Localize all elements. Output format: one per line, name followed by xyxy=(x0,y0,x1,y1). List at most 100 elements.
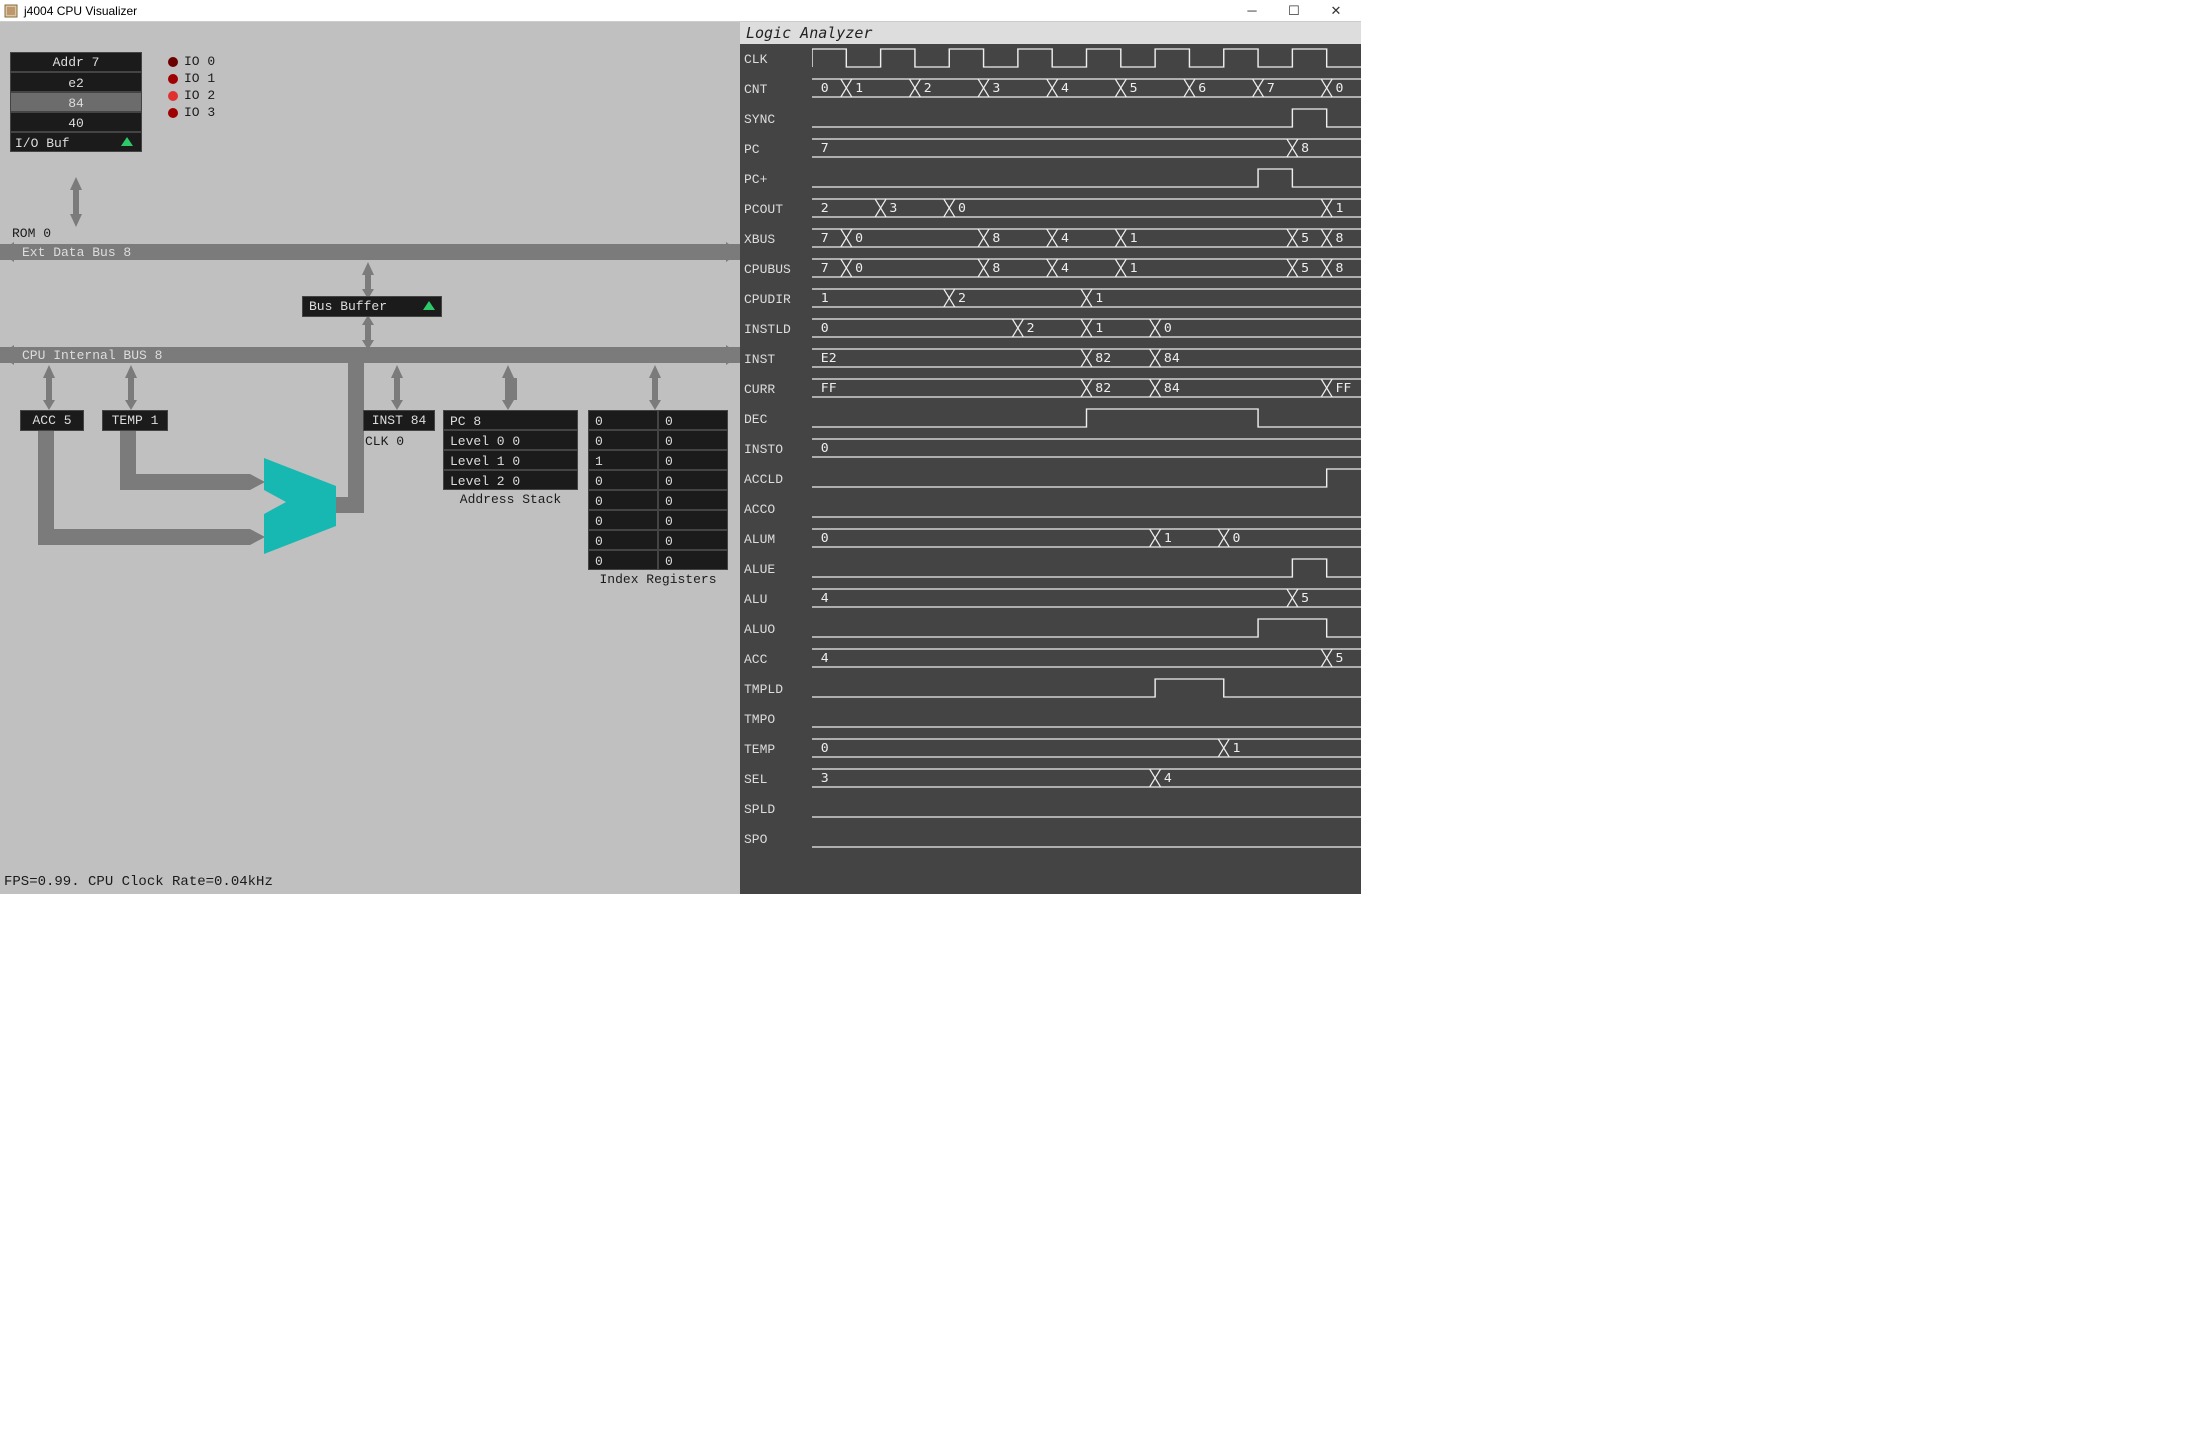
svg-text:84: 84 xyxy=(1164,351,1180,365)
index-register-cell: 0 xyxy=(658,530,728,550)
io-led-row: IO 3 xyxy=(168,105,215,120)
svg-text:4: 4 xyxy=(821,591,829,605)
svg-text:4: 4 xyxy=(1061,261,1069,275)
analyzer-row-xbus: XBUS7084158 xyxy=(740,224,1361,254)
analyzer-signal-label: DEC xyxy=(740,412,812,427)
index-register-cell: 1 xyxy=(588,450,658,470)
analyzer-signal-wave xyxy=(812,797,1361,821)
bus-buffer-label: Bus Buffer xyxy=(309,299,387,314)
svg-text:1: 1 xyxy=(821,291,829,305)
analyzer-signal-wave: 01 xyxy=(812,737,1361,761)
analyzer-row-dec: DEC xyxy=(740,404,1361,434)
index-register-cell: 0 xyxy=(658,430,728,450)
analyzer-signal-wave: 34 xyxy=(812,767,1361,791)
clk-label: CLK 0 xyxy=(365,434,404,449)
window-minimize-button[interactable]: ─ xyxy=(1231,3,1273,18)
analyzer-row-spld: SPLD xyxy=(740,794,1361,824)
analyzer-row-acco: ACCO xyxy=(740,494,1361,524)
index-register-row: 10 xyxy=(588,450,728,470)
io-led-row: IO 1 xyxy=(168,71,215,86)
analyzer-signal-label: ALUM xyxy=(740,532,812,547)
analyzer-signal-label: ALUE xyxy=(740,562,812,577)
io-led-label: IO 2 xyxy=(184,88,215,103)
svg-text:2: 2 xyxy=(1027,321,1035,335)
analyzer-row-aluo: ALUO xyxy=(740,614,1361,644)
svg-text:1: 1 xyxy=(855,81,863,95)
svg-text:5: 5 xyxy=(1130,81,1138,95)
addr-row: e2 xyxy=(10,72,142,92)
io-buf-label: I/O Buf xyxy=(15,136,70,151)
analyzer-row-tmpld: TMPLD xyxy=(740,674,1361,704)
svg-text:3: 3 xyxy=(992,81,1000,95)
analyzer-signal-wave: 0 xyxy=(812,437,1361,461)
index-register-cell: 0 xyxy=(658,470,728,490)
window-maximize-button[interactable]: ☐ xyxy=(1273,3,1315,19)
svg-text:4: 4 xyxy=(1061,231,1069,245)
svg-text:0: 0 xyxy=(958,201,966,215)
index-register-cell: 0 xyxy=(588,550,658,570)
io-led-label: IO 1 xyxy=(184,71,215,86)
analyzer-signal-wave xyxy=(812,827,1361,851)
svg-text:8: 8 xyxy=(1335,261,1343,275)
io-led-label: IO 3 xyxy=(184,105,215,120)
ext-data-bus-label: Ext Data Bus 8 xyxy=(22,245,131,260)
svg-text:1: 1 xyxy=(1164,531,1172,545)
analyzer-row-pc: PC78 xyxy=(740,134,1361,164)
rom-label: ROM 0 xyxy=(12,226,51,241)
analyzer-signal-wave: 45 xyxy=(812,587,1361,611)
address-stack-row: Level 2 0 xyxy=(443,470,578,490)
svg-text:5: 5 xyxy=(1335,651,1343,665)
address-stack-row: Level 0 0 xyxy=(443,430,578,450)
svg-text:8: 8 xyxy=(992,261,1000,275)
analyzer-signal-wave: 012345670 xyxy=(812,77,1361,101)
svg-text:8: 8 xyxy=(1335,231,1343,245)
analyzer-row-sync: SYNC xyxy=(740,104,1361,134)
svg-text:0: 0 xyxy=(821,81,829,95)
svg-text:0: 0 xyxy=(821,531,829,545)
svg-text:0: 0 xyxy=(855,231,863,245)
svg-text:7: 7 xyxy=(1267,81,1275,95)
app-icon xyxy=(4,4,18,18)
window-titlebar: j4004 CPU Visualizer ─ ☐ ✕ xyxy=(0,0,1361,22)
analyzer-signal-label: ALU xyxy=(740,592,812,607)
analyzer-signal-wave xyxy=(812,467,1361,491)
temp-block: TEMP 1 xyxy=(102,410,168,431)
svg-text:0: 0 xyxy=(855,261,863,275)
analyzer-row-alum: ALUM010 xyxy=(740,524,1361,554)
analyzer-signal-wave xyxy=(812,407,1361,431)
inst-block: INST 84 xyxy=(363,410,435,431)
analyzer-signal-wave xyxy=(812,707,1361,731)
analyzer-signal-label: INST xyxy=(740,352,812,367)
index-register-row: 00 xyxy=(588,510,728,530)
analyzer-signal-label: TEMP xyxy=(740,742,812,757)
svg-text:7: 7 xyxy=(821,261,829,275)
analyzer-signal-label: CLK xyxy=(740,52,812,67)
svg-text:0: 0 xyxy=(821,321,829,335)
analyzer-signal-wave xyxy=(812,497,1361,521)
analyzer-signal-wave: 010 xyxy=(812,527,1361,551)
svg-text:8: 8 xyxy=(1301,141,1309,155)
svg-text:1: 1 xyxy=(1233,741,1241,755)
io-led-row: IO 2 xyxy=(168,88,215,103)
analyzer-signal-label: PC xyxy=(740,142,812,157)
index-register-row: 00 xyxy=(588,470,728,490)
acc-block: ACC 5 xyxy=(20,410,84,431)
svg-text:0: 0 xyxy=(821,441,829,455)
index-register-cell: 0 xyxy=(588,410,658,430)
window-close-button[interactable]: ✕ xyxy=(1315,3,1357,19)
svg-text:0: 0 xyxy=(1164,321,1172,335)
svg-text:5: 5 xyxy=(1301,591,1309,605)
svg-text:2: 2 xyxy=(924,81,932,95)
svg-text:2: 2 xyxy=(958,291,966,305)
analyzer-signal-wave: FF8284FF xyxy=(812,377,1361,401)
svg-text:82: 82 xyxy=(1095,381,1111,395)
analyzer-signal-wave: E28284 xyxy=(812,347,1361,371)
analyzer-signal-label: SEL xyxy=(740,772,812,787)
analyzer-signal-wave xyxy=(812,47,1361,71)
address-stack-row: Level 1 0 xyxy=(443,450,578,470)
analyzer-signal-label: INSTO xyxy=(740,442,812,457)
index-register-row: 00 xyxy=(588,430,728,450)
analyzer-signal-label: TMPLD xyxy=(740,682,812,697)
analyzer-signal-wave xyxy=(812,677,1361,701)
io-led-icon xyxy=(168,91,178,101)
